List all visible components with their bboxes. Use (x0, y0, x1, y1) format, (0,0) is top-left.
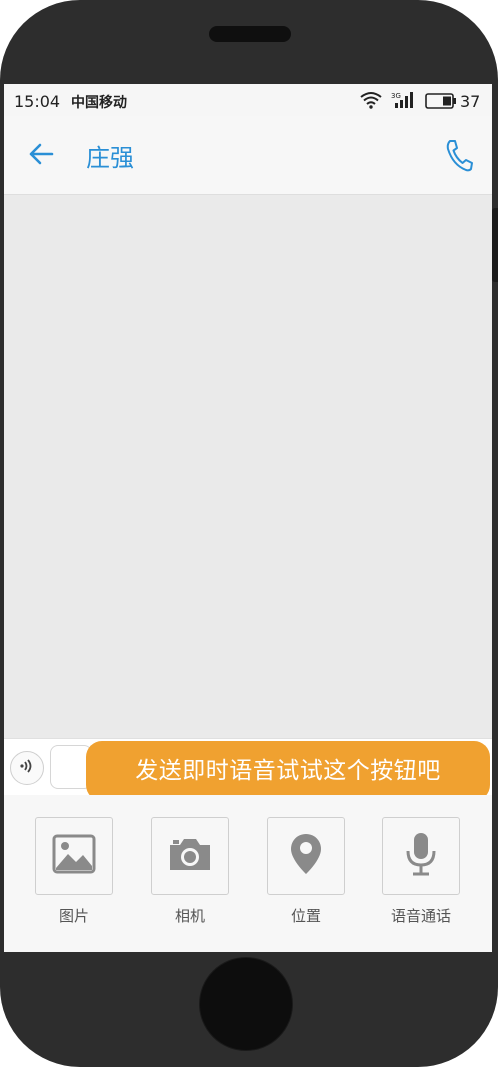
status-bar: 15:04 中国移动 3G 37 (4, 84, 492, 116)
chat-header: 庄强 (4, 116, 492, 195)
message-list[interactable] (4, 195, 492, 738)
phone-side-button (492, 208, 498, 282)
sound-wave-icon (18, 758, 36, 778)
voice-toggle-button[interactable] (10, 751, 44, 785)
tool-image[interactable]: 图片 (34, 817, 114, 926)
screen: 15:04 中国移动 3G 37 庄强 发送即时语音试试这个按钮吧 图片 相机 … (4, 84, 492, 952)
phone-speaker (209, 26, 291, 42)
tool-location-box[interactable] (267, 817, 345, 895)
camera-icon (166, 835, 214, 877)
network-type: 3G (391, 92, 401, 100)
tool-location[interactable]: 位置 (266, 817, 346, 926)
arrow-left-icon[interactable] (28, 142, 54, 170)
tool-camera-label: 相机 (174, 907, 205, 925)
tool-voice-call[interactable]: 语音通话 (381, 817, 461, 926)
status-carrier: 中国移动 (71, 95, 127, 111)
tool-location-label: 位置 (290, 907, 321, 925)
home-button[interactable] (199, 957, 293, 1051)
contact-name: 庄强 (86, 144, 134, 172)
tool-camera-box[interactable] (151, 817, 229, 895)
status-time: 15:04 (14, 92, 61, 111)
tool-image-box[interactable] (35, 817, 113, 895)
phone-icon[interactable] (444, 138, 474, 176)
microphone-icon (404, 831, 438, 881)
image-icon (52, 834, 96, 878)
tool-voice-call-box[interactable] (382, 817, 460, 895)
location-pin-icon (289, 832, 323, 880)
phone-frame: 15:04 中国移动 3G 37 庄强 发送即时语音试试这个按钮吧 图片 相机 … (0, 0, 498, 1067)
tool-voice-call-label: 语音通话 (390, 907, 451, 925)
voice-hint-tooltip: 发送即时语音试试这个按钮吧 (86, 741, 490, 801)
battery-level: 37 (460, 92, 481, 111)
battery-icon (425, 93, 457, 113)
attachment-panel: 图片 相机 位置 语音通话 (4, 795, 492, 952)
wifi-icon (360, 91, 382, 113)
signal-icon: 3G (391, 91, 417, 113)
tool-camera[interactable]: 相机 (150, 817, 230, 926)
tool-image-label: 图片 (58, 907, 89, 925)
